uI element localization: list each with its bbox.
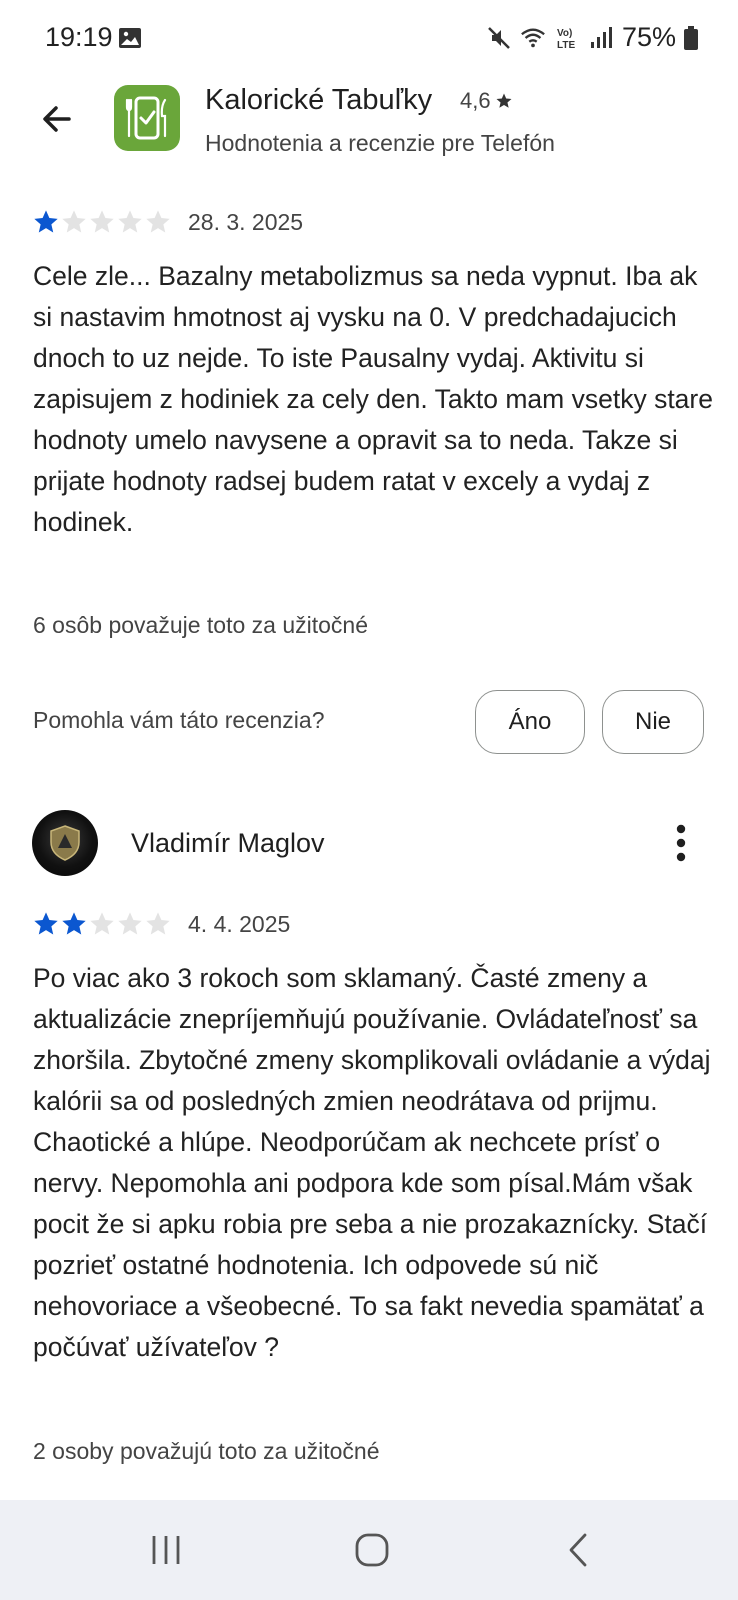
status-time: 19:19 — [45, 22, 113, 52]
star-empty-icon — [90, 912, 114, 935]
review-date: 28. 3. 2025 — [188, 208, 304, 235]
svg-text:Vo): Vo) — [557, 28, 572, 39]
star-empty-icon — [118, 912, 142, 935]
wifi-icon — [521, 27, 545, 47]
star-icon — [496, 93, 512, 108]
gallery-icon — [119, 28, 141, 48]
avatar[interactable] — [32, 810, 98, 876]
review-rating: 28. 3. 2025 — [32, 208, 303, 236]
star-empty-icon — [90, 210, 114, 233]
signal-icon — [590, 26, 612, 48]
no-button[interactable]: Nie — [602, 690, 704, 754]
app-subtitle: Hodnotenia a recenzie pre Telefón — [205, 130, 555, 156]
app-title: Kalorické Tabuľky — [205, 84, 433, 116]
battery-percent: 75% — [621, 22, 676, 52]
shield-emblem-icon — [50, 825, 80, 861]
back-nav-button[interactable] — [548, 1528, 608, 1572]
star-filled-icon — [62, 912, 86, 935]
app-rating-value: 4,6 — [460, 88, 491, 113]
diet-calculator-icon — [125, 96, 167, 140]
star-empty-icon — [146, 210, 170, 233]
star-empty-icon — [146, 912, 170, 935]
recent-apps-icon — [152, 1536, 180, 1564]
app-rating: 4,6 — [460, 88, 513, 114]
more-options-button[interactable] — [662, 815, 700, 871]
battery-icon — [684, 25, 698, 50]
chevron-back-icon — [569, 1533, 587, 1567]
helpful-question: Pomohla vám táto recenzia? — [33, 707, 325, 733]
star-filled-icon — [34, 912, 58, 935]
star-empty-icon — [118, 210, 142, 233]
helpful-count: 2 osoby považujú toto za užitočné — [33, 1438, 380, 1464]
star-filled-icon — [34, 210, 58, 233]
review-rating: 4. 4. 2025 — [32, 910, 290, 938]
yes-button[interactable]: Áno — [475, 690, 585, 754]
home-button[interactable] — [342, 1528, 402, 1572]
review-text: Po viac ako 3 rokoch som sklamaný. Časté… — [33, 963, 711, 1362]
status-bar: 19:19 Vo) LTE 75% — [0, 0, 738, 78]
review-text: Cele zle... Bazalny metabolizmus sa neda… — [33, 261, 713, 537]
system-nav-bar — [0, 1500, 738, 1600]
helpful-count: 6 osôb považuje toto za užitočné — [33, 612, 369, 638]
home-icon — [355, 1533, 389, 1567]
svg-text:LTE: LTE — [557, 40, 575, 51]
reviewer-name: Vladimír Maglov — [131, 828, 325, 858]
mute-icon — [488, 26, 510, 49]
arrow-back-icon — [43, 106, 71, 132]
app-header: Kalorické Tabuľky 4,6 Hodnotenia a recen… — [0, 78, 738, 198]
star-empty-icon — [62, 210, 86, 233]
volte-icon: Vo) LTE — [557, 28, 575, 51]
back-button[interactable] — [34, 96, 80, 142]
app-icon — [114, 85, 180, 151]
review-date: 4. 4. 2025 — [188, 910, 291, 937]
more-vert-icon — [676, 824, 686, 862]
status-icons: Vo) LTE 75% — [486, 22, 698, 53]
recent-apps-button[interactable] — [136, 1528, 196, 1572]
